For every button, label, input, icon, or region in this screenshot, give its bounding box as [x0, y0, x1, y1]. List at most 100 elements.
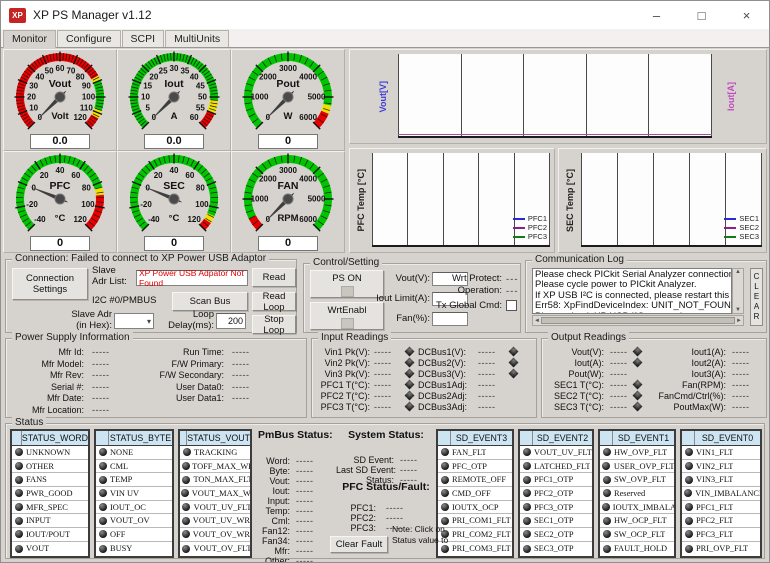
status-led-cell: [96, 448, 109, 456]
gridline-col: [462, 54, 525, 136]
status-led-cell: [180, 448, 193, 456]
status-flag-label: VOUT_OV: [109, 516, 150, 525]
close-button[interactable]: ×: [724, 1, 769, 29]
status-flag-label: IOUTX_OCP: [451, 503, 499, 512]
system-value[interactable]: -----: [400, 455, 418, 465]
pmbus-value[interactable]: -----: [296, 546, 314, 556]
system-value[interactable]: -----: [400, 465, 418, 475]
connection-settings-button[interactable]: Connection Settings: [12, 268, 88, 300]
input-readings-title: Input Readings: [318, 332, 391, 343]
pmbus-value[interactable]: -----: [296, 556, 314, 563]
control-field-input[interactable]: [432, 312, 468, 326]
output-label: SEC2 T(°C):: [544, 391, 604, 401]
status-led-cell: [682, 489, 694, 497]
scroll-up-icon[interactable]: ▲: [735, 269, 741, 275]
scroll-right-icon[interactable]: ►: [736, 318, 742, 324]
pmbus-value[interactable]: -----: [296, 486, 314, 496]
log-line: Please check XP USB I²C connection.: [535, 312, 729, 314]
gridline-col: [398, 54, 462, 136]
pfc-fault-value[interactable]: -----: [386, 513, 404, 523]
gauge-face-sec: -40-20020406080100120SEC°C: [118, 152, 230, 236]
pmbus-value[interactable]: -----: [296, 506, 314, 516]
svg-text:60: 60: [190, 113, 199, 122]
loop-delay-field[interactable]: 200: [216, 313, 246, 329]
input-value: -----: [374, 347, 392, 357]
status-led: [684, 489, 692, 497]
clear-log-button[interactable]: CLEAR: [750, 268, 763, 326]
output-value: -----: [610, 347, 628, 357]
legend-line: [513, 218, 525, 220]
svg-text:80: 80: [76, 72, 85, 81]
status-flag-label: VOUT_UV_WRN: [192, 516, 250, 525]
status-flag-label: TEMP: [109, 475, 132, 484]
pmbus-value[interactable]: -----: [296, 476, 314, 486]
legend-line: [724, 236, 736, 238]
gauge-sec: -40-20020406080100120SEC°C0: [117, 151, 231, 253]
tab-configure[interactable]: Configure: [57, 30, 121, 47]
pmbus-value[interactable]: -----: [296, 466, 314, 476]
input-value: -----: [374, 380, 392, 390]
clear-fault-button[interactable]: Clear Fault: [330, 536, 388, 553]
pmbus-value[interactable]: -----: [296, 516, 314, 526]
read-loop-button[interactable]: Read Loop: [252, 292, 296, 311]
maximize-button[interactable]: □: [679, 1, 724, 29]
pmbus-status-heading: PmBus Status:: [258, 429, 336, 441]
status-row: FANS: [12, 473, 88, 487]
pmbus-value[interactable]: -----: [296, 456, 314, 466]
tab-multiunits[interactable]: MultiUnits: [165, 30, 229, 47]
stop-loop-button[interactable]: Stop Loop: [252, 315, 296, 334]
scroll-down-icon[interactable]: ▼: [735, 307, 741, 313]
operation-value: ---: [506, 286, 519, 297]
gridline-col: [524, 54, 587, 136]
gauge-value-pout: 0: [258, 134, 318, 149]
tab-monitor[interactable]: Monitor: [3, 30, 56, 48]
status-led: [99, 489, 107, 497]
pfc-fault-value[interactable]: -----: [386, 503, 404, 513]
control-field-label: Vout(V):: [344, 274, 430, 285]
status-led: [603, 545, 611, 553]
read-button[interactable]: Read: [252, 268, 296, 287]
status-led: [523, 489, 531, 497]
tx-global-cmd-checkbox[interactable]: [506, 300, 517, 311]
minimize-button[interactable]: –: [634, 1, 679, 29]
window-controls: – □ ×: [634, 1, 769, 29]
scroll-left-icon[interactable]: ◄: [534, 318, 540, 324]
gridline-col: [479, 153, 514, 245]
status-flag-label: VOUT_OV_FLT: [193, 544, 250, 553]
legend-line: [513, 236, 525, 238]
pfc-temp-chart: PFC Temp [°C] PFC1PFC2PFC3: [349, 148, 555, 253]
gauge-unit-label: A: [171, 111, 178, 122]
status-table-header: STATUS_BYTE: [96, 431, 172, 446]
log-horizontal-scrollbar[interactable]: ◄ ►: [532, 315, 744, 326]
psu-label: Mfr Location:: [8, 405, 84, 415]
wrt-protect-label: Wrt Protect:: [442, 274, 502, 285]
gauge-face-iout: 051015202530354045505560IoutA: [118, 50, 230, 134]
status-led-cell: [520, 489, 533, 497]
adaptor-status-field[interactable]: XP Power USB Adpator Not Found: [136, 270, 248, 286]
status-led-cell: [682, 448, 695, 456]
vout-iout-plot: [398, 54, 712, 138]
status-led: [99, 503, 107, 511]
pmbus-value[interactable]: -----: [296, 536, 314, 546]
status-led: [523, 517, 531, 525]
status-row: PFC2_FLT: [682, 514, 760, 528]
svg-text:80: 80: [82, 184, 91, 193]
status-row: SW_OVP_FLT: [600, 473, 674, 487]
status-led: [15, 448, 23, 456]
svg-text:110: 110: [80, 104, 93, 113]
gauge-face-pfc: -40-20020406080100120PFC°C: [4, 152, 116, 236]
scrollbar-thumb[interactable]: [541, 317, 735, 324]
connection-status-text: Connection: Failed to connect to XP Powe…: [12, 253, 269, 264]
status-led-cell: [682, 503, 695, 511]
tab-scpi[interactable]: SCPI: [122, 30, 165, 47]
status-row: PRI_OVP_FLT: [682, 542, 760, 556]
pmbus-value[interactable]: -----: [296, 496, 314, 506]
status-table-title: STATUS_WORD: [22, 431, 88, 445]
log-vertical-scrollbar[interactable]: ▲ ▼: [732, 268, 744, 314]
pmbus-value[interactable]: -----: [296, 526, 314, 536]
svg-text:35: 35: [180, 66, 189, 75]
status-row: HW_OVP_FLT: [600, 446, 674, 460]
status-led: [15, 462, 23, 470]
output-label: SEC3 T(°C):: [544, 402, 604, 412]
slave-adr-combo[interactable]: ▾: [114, 313, 154, 329]
